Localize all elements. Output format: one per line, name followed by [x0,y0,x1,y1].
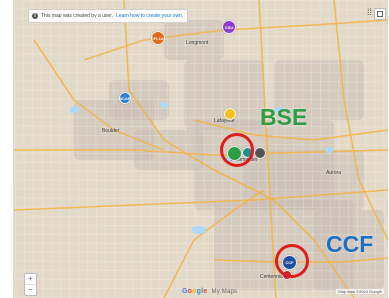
fullscreen-icon[interactable] [374,8,386,20]
info-icon: i [32,13,38,19]
place-label: Longmont [186,40,209,46]
lake [160,102,168,108]
marker-yellow-mid[interactable] [224,108,236,120]
street-line [31,0,35,298]
place-label: Centennial [260,274,284,280]
place-label: Aurora [326,170,342,176]
google-letter: e [203,288,208,295]
street-line [40,0,44,298]
street-line [49,0,53,298]
urban-area [244,150,364,210]
banner-text: This map was created by a user. [41,13,113,19]
place-label: Boulder [102,128,120,134]
zoom-out-button[interactable]: − [25,285,36,295]
google-logo: Google My Maps [182,288,237,295]
bse-label: BSE [260,104,308,130]
map-canvas[interactable]: i This map was created by a user. Learn … [13,0,388,298]
ccf-label: CCF [326,231,374,257]
lake [192,226,206,234]
zoom-in-button[interactable]: + [25,274,36,284]
urban-area [109,80,169,120]
marker-gray-bse[interactable] [254,147,266,159]
user-map-banner: i This map was created by a user. Learn … [28,9,189,23]
street-line [14,0,17,298]
google-wordmark: Google [182,288,207,295]
street-line [67,0,71,298]
lake [69,107,79,113]
lake [325,147,333,153]
street-line [22,0,26,298]
map-attribution: Map data ©2024 Google [336,289,384,294]
marker-purple-top[interactable]: CSU [222,20,236,34]
street-line [58,0,62,298]
learn-more-link[interactable]: Learn how to create your own. [116,13,183,19]
zoom-controls: + − [24,273,37,296]
map-frame: i This map was created by a user. Learn … [0,0,389,298]
my-maps-suffix: My Maps [211,289,238,295]
bse-highlight-ring [220,133,254,167]
layers-icon[interactable]: ⁞⁞ [365,8,374,17]
marker-blue-left[interactable]: NCAR [119,92,131,104]
ccf-highlight-ring [275,244,309,278]
marker-orange-top[interactable]: OFL123 [151,31,165,45]
street-line [14,0,388,2]
highway [83,19,388,61]
